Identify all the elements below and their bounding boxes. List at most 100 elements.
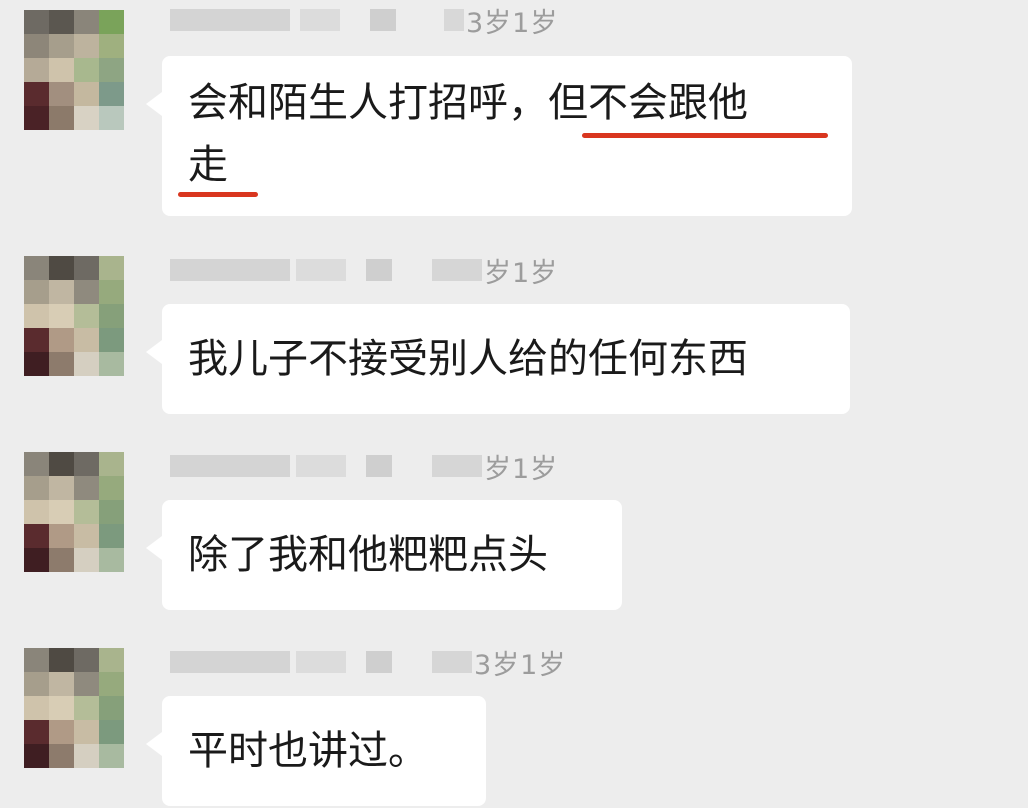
avatar[interactable]: [24, 452, 124, 572]
avatar[interactable]: [24, 256, 124, 376]
avatar[interactable]: [24, 648, 124, 768]
sender-nickname: 岁1岁: [170, 256, 558, 289]
avatar-pixel: [99, 58, 124, 82]
avatar-pixel: [99, 82, 124, 106]
avatar-pixel: [74, 524, 99, 548]
blurred-name: [296, 455, 346, 477]
avatar-pixel: [24, 280, 49, 304]
avatar-pixel: [74, 672, 99, 696]
avatar-pixel: [24, 328, 49, 352]
avatar-pixel: [24, 34, 49, 58]
avatar-pixel: [99, 548, 124, 572]
blurred-name: [170, 651, 290, 673]
avatar-pixel: [74, 58, 99, 82]
message-bubble[interactable]: 除了我和他粑粑点头: [146, 500, 622, 610]
avatar-pixel: [49, 672, 74, 696]
avatar-pixel: [24, 10, 49, 34]
highlighted-text: 走: [188, 142, 228, 188]
avatar-pixel: [99, 476, 124, 500]
blurred-name: [432, 651, 472, 673]
avatar[interactable]: [24, 10, 124, 130]
avatar-pixel: [24, 672, 49, 696]
avatar-pixel: [74, 452, 99, 476]
avatar-pixel: [74, 106, 99, 130]
avatar-pixel: [24, 256, 49, 280]
avatar-pixel: [74, 744, 99, 768]
message-text-plain: 会和陌生人打招呼，: [188, 80, 548, 126]
avatar-pixel: [99, 256, 124, 280]
sender-nickname: 3岁1岁: [170, 6, 558, 39]
avatar-pixel: [49, 82, 74, 106]
avatar-pixel: [74, 476, 99, 500]
blurred-name: [170, 9, 290, 31]
avatar-pixel: [24, 304, 49, 328]
blurred-name: [366, 259, 392, 281]
blurred-name: [170, 455, 290, 477]
message-bubble[interactable]: 平时也讲过。: [146, 696, 486, 806]
avatar-pixel: [99, 280, 124, 304]
nickname-suffix: 岁1岁: [484, 257, 559, 289]
avatar-pixel: [74, 304, 99, 328]
message-text: 平时也讲过。: [188, 728, 428, 774]
avatar-pixel: [49, 524, 74, 548]
avatar-pixel: [49, 352, 74, 376]
avatar-pixel: [74, 548, 99, 572]
blurred-name: [296, 259, 346, 281]
avatar-pixel: [99, 10, 124, 34]
avatar-pixel: [24, 58, 49, 82]
avatar-pixel: [99, 34, 124, 58]
avatar-pixel: [74, 328, 99, 352]
avatar-pixel: [74, 720, 99, 744]
blurred-name: [366, 455, 392, 477]
avatar-pixel: [49, 476, 74, 500]
avatar-pixel: [24, 744, 49, 768]
avatar-pixel: [99, 696, 124, 720]
avatar-pixel: [74, 352, 99, 376]
sender-nickname: 3岁1岁: [170, 648, 566, 681]
avatar-pixel: [24, 476, 49, 500]
avatar-pixel: [99, 304, 124, 328]
avatar-pixel: [24, 500, 49, 524]
avatar-pixel: [49, 34, 74, 58]
avatar-pixel: [24, 648, 49, 672]
message-text: 会和陌生人打招呼，但不会跟他: [188, 72, 826, 134]
avatar-pixel: [24, 82, 49, 106]
red-underline: [582, 133, 828, 138]
blurred-name: [296, 651, 346, 673]
avatar-pixel: [24, 696, 49, 720]
avatar-pixel: [49, 58, 74, 82]
avatar-pixel: [49, 304, 74, 328]
avatar-pixel: [49, 648, 74, 672]
avatar-pixel: [24, 106, 49, 130]
avatar-pixel: [24, 452, 49, 476]
avatar-pixel: [49, 720, 74, 744]
message-text: 除了我和他粑粑点头: [188, 532, 548, 578]
avatar-pixel: [49, 256, 74, 280]
avatar-pixel: [49, 10, 74, 34]
avatar-pixel: [99, 744, 124, 768]
message-text: 我儿子不接受别人给的任何东西: [188, 336, 748, 382]
message-bubble[interactable]: 会和陌生人打招呼，但不会跟他 走: [146, 56, 852, 216]
blurred-name: [170, 259, 290, 281]
avatar-pixel: [74, 696, 99, 720]
avatar-pixel: [99, 672, 124, 696]
avatar-pixel: [74, 10, 99, 34]
avatar-pixel: [49, 328, 74, 352]
blurred-name: [300, 9, 340, 31]
avatar-pixel: [99, 452, 124, 476]
message-bubble[interactable]: 我儿子不接受别人给的任何东西: [146, 304, 850, 414]
avatar-pixel: [24, 524, 49, 548]
blurred-name: [370, 9, 396, 31]
avatar-pixel: [49, 548, 74, 572]
avatar-pixel: [99, 106, 124, 130]
chat-area: 3岁1岁 会和陌生人打招呼，但不会跟他 走 岁1岁 我儿子不接受别人给的任何东西: [0, 0, 1028, 808]
blurred-name: [432, 455, 482, 477]
avatar-pixel: [24, 352, 49, 376]
nickname-suffix: 3岁1岁: [466, 7, 559, 39]
blurred-name: [444, 9, 464, 31]
avatar-pixel: [49, 280, 74, 304]
avatar-pixel: [74, 500, 99, 524]
nickname-suffix: 3岁1岁: [474, 649, 567, 681]
avatar-pixel: [99, 500, 124, 524]
sender-nickname: 岁1岁: [170, 452, 558, 485]
